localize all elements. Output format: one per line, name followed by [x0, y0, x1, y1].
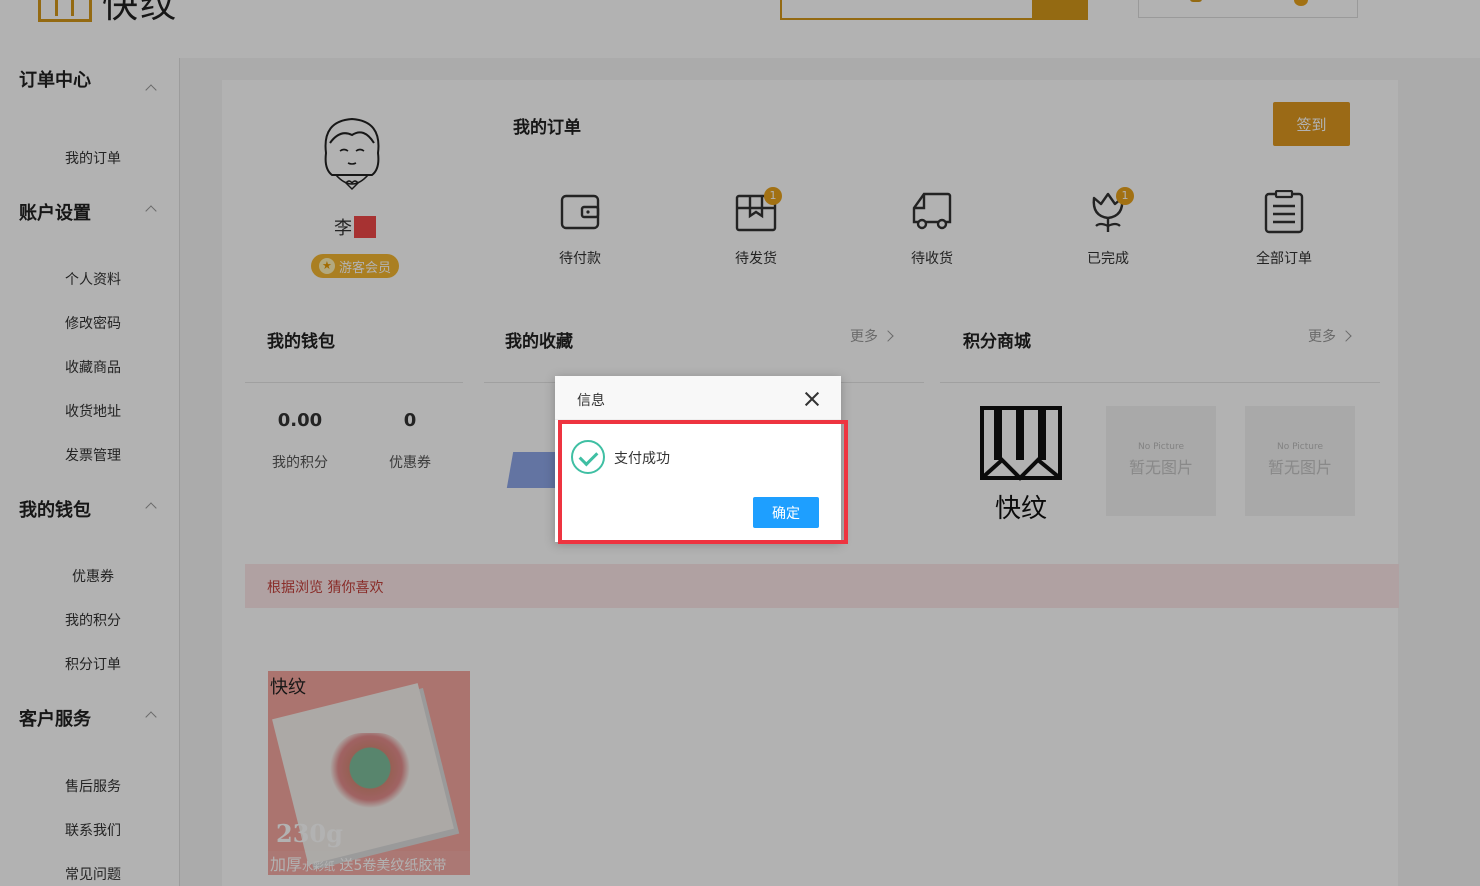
confirm-button[interactable]: 确定 — [753, 497, 819, 528]
dialog-message: 支付成功 — [614, 451, 670, 467]
dialog-title: 信息 — [577, 393, 605, 409]
close-icon[interactable] — [803, 390, 821, 408]
dialog-header: 信息 — [555, 376, 841, 420]
check-circle-icon — [571, 440, 605, 474]
